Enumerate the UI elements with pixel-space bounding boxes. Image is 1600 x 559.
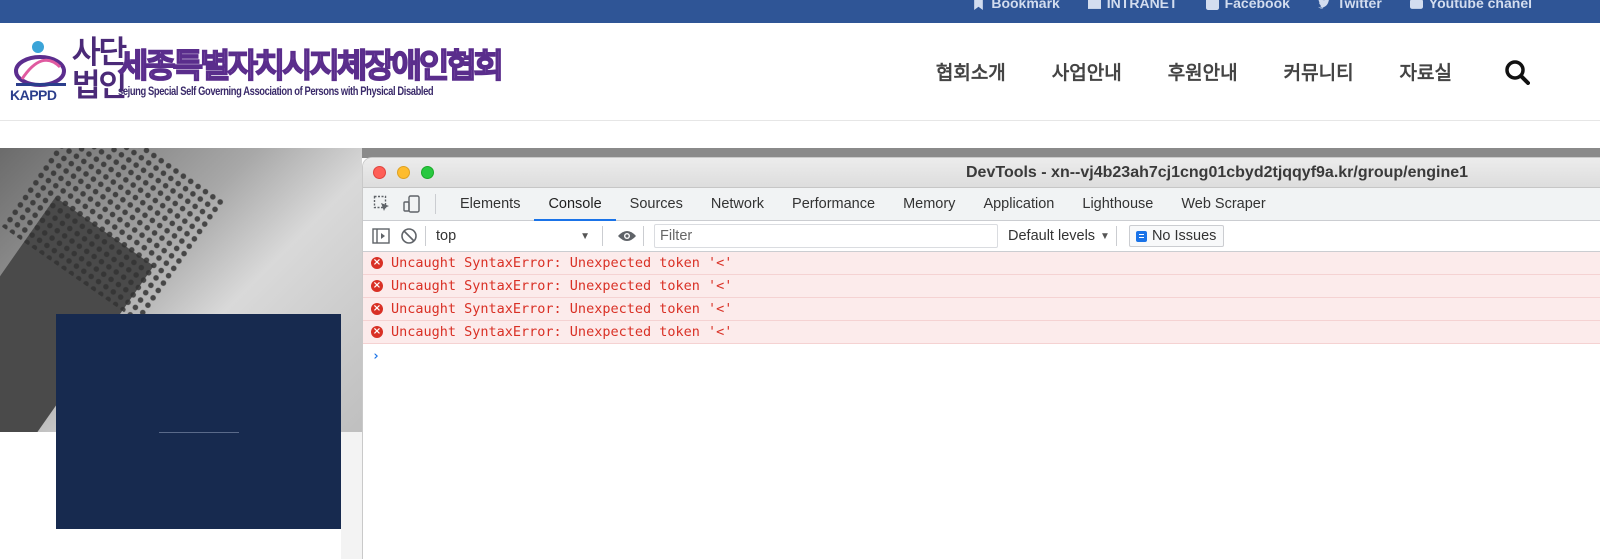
feature-panel-divider (159, 432, 239, 433)
main-nav: 협회소개 사업안내 후원안내 커뮤니티 자료실 (936, 58, 1530, 85)
devtools-window: DevTools - xn--vj4b23ah7cj1cng01cbyd2tjq… (362, 157, 1600, 559)
top-link-facebook[interactable]: Facebook (1205, 0, 1290, 11)
tab-web-scraper[interactable]: Web Scraper (1167, 188, 1279, 221)
context-value: top (436, 228, 457, 244)
top-link-label: INTRANET (1106, 0, 1178, 11)
top-link-youtube[interactable]: Youtube chanel (1409, 0, 1532, 11)
page-spacer (0, 121, 1600, 148)
devtools-titlebar[interactable]: DevTools - xn--vj4b23ah7cj1cng01cbyd2tjq… (363, 158, 1600, 188)
youtube-icon (1409, 0, 1423, 9)
issues-button[interactable]: No Issues (1128, 225, 1225, 247)
top-links: Bookmark INTRANET Facebook Twitter Youtu… (972, 0, 1532, 11)
error-message: Uncaught SyntaxError: Unexpected token '… (391, 278, 733, 294)
logo-title-en: sejung Special Self Governing Associatio… (118, 84, 434, 98)
tab-console[interactable]: Console (534, 188, 616, 221)
tab-elements[interactable]: Elements (446, 188, 534, 221)
console-error-row[interactable]: × Uncaught SyntaxError: Unexpected token… (363, 275, 1600, 298)
dropdown-arrow-icon: ▼ (1100, 230, 1110, 242)
facebook-icon (1205, 0, 1219, 10)
top-link-intranet[interactable]: INTRANET (1087, 0, 1178, 11)
toolbar-separator (1115, 226, 1117, 246)
log-levels-label: Default levels (1008, 228, 1096, 244)
console-prompt[interactable]: › (363, 344, 1600, 368)
search-icon[interactable] (1504, 59, 1530, 85)
nav-item-sponsor[interactable]: 후원안내 (1168, 58, 1238, 85)
devtools-window-title: DevTools - xn--vj4b23ah7cj1cng01cbyd2tjq… (966, 164, 1469, 181)
live-expression-eye-icon[interactable] (617, 226, 637, 246)
tab-sources[interactable]: Sources (616, 188, 697, 221)
top-link-bookmark[interactable]: Bookmark (972, 0, 1060, 11)
tab-lighthouse[interactable]: Lighthouse (1068, 188, 1167, 221)
tab-network[interactable]: Network (697, 188, 778, 221)
devtools-tabbar: Elements Console Sources Network Perform… (363, 188, 1600, 221)
error-message: Uncaught SyntaxError: Unexpected token '… (391, 255, 733, 271)
filter-placeholder: Filter (660, 228, 693, 244)
console-filter-input[interactable]: Filter (654, 224, 998, 248)
inspect-element-icon[interactable] (371, 193, 393, 215)
toolbar-separator (435, 194, 436, 214)
dropdown-arrow-icon: ▼ (580, 230, 590, 242)
tab-application[interactable]: Application (969, 188, 1068, 221)
bookmark-icon (974, 0, 984, 10)
clear-console-icon[interactable] (399, 226, 419, 246)
error-icon: × (371, 326, 383, 338)
console-error-row[interactable]: × Uncaught SyntaxError: Unexpected token… (363, 252, 1600, 275)
toolbar-separator (425, 226, 426, 246)
prompt-chevron-icon: › (372, 348, 380, 364)
tab-performance[interactable]: Performance (778, 188, 889, 221)
error-icon: × (371, 303, 383, 315)
window-maximize-button[interactable] (421, 166, 434, 179)
top-link-label: Bookmark (991, 0, 1060, 11)
console-toolbar: top ▼ Filter Default levels ▼ No Issues (363, 221, 1600, 252)
issues-label: No Issues (1151, 228, 1217, 244)
page-content-shade (341, 432, 362, 559)
top-link-twitter[interactable]: Twitter (1317, 0, 1382, 11)
folder-icon (1087, 0, 1101, 9)
nav-item-about[interactable]: 협회소개 (936, 58, 1006, 85)
site-header: KAPPD 사단 법인 세종특별자치시지체장애인협회 sejung Specia… (0, 23, 1600, 121)
console-output: × Uncaught SyntaxError: Unexpected token… (363, 252, 1600, 368)
site-logo[interactable]: KAPPD 사단 법인 세종특별자치시지체장애인협회 sejung Specia… (10, 37, 505, 109)
logo-title-ko: 세종특별자치시지체장애인협회 (117, 45, 505, 86)
sidebar-toggle-icon[interactable] (371, 226, 391, 246)
toolbar-separator (643, 226, 644, 246)
nav-item-community[interactable]: 커뮤니티 (1284, 58, 1354, 85)
error-icon: × (371, 257, 383, 269)
context-selector[interactable]: top ▼ (432, 225, 596, 247)
top-link-label: Youtube chanel (1428, 0, 1532, 11)
error-message: Uncaught SyntaxError: Unexpected token '… (391, 324, 733, 340)
top-bar: Bookmark INTRANET Facebook Twitter Youtu… (0, 0, 1600, 23)
window-close-button[interactable] (373, 166, 386, 179)
top-link-label: Facebook (1224, 0, 1290, 11)
console-error-row[interactable]: × Uncaught SyntaxError: Unexpected token… (363, 298, 1600, 321)
twitter-icon (1317, 0, 1329, 9)
toolbar-separator (602, 226, 603, 246)
nav-item-archive[interactable]: 자료실 (1400, 58, 1452, 85)
feature-panel (56, 314, 341, 529)
nav-item-business[interactable]: 사업안내 (1052, 58, 1122, 85)
error-icon: × (371, 280, 383, 292)
window-controls (373, 166, 434, 179)
window-minimize-button[interactable] (397, 166, 410, 179)
console-error-row[interactable]: × Uncaught SyntaxError: Unexpected token… (363, 321, 1600, 344)
device-toolbar-icon[interactable] (401, 193, 423, 215)
logo-kappd-text: KAPPD (10, 87, 57, 103)
issues-icon (1135, 230, 1147, 242)
error-message: Uncaught SyntaxError: Unexpected token '… (391, 301, 733, 317)
tab-memory[interactable]: Memory (889, 188, 969, 221)
log-levels-dropdown[interactable]: Default levels ▼ (1008, 228, 1110, 244)
top-link-label: Twitter (1336, 0, 1382, 11)
devtools-tabs: Elements Console Sources Network Perform… (446, 188, 1280, 221)
